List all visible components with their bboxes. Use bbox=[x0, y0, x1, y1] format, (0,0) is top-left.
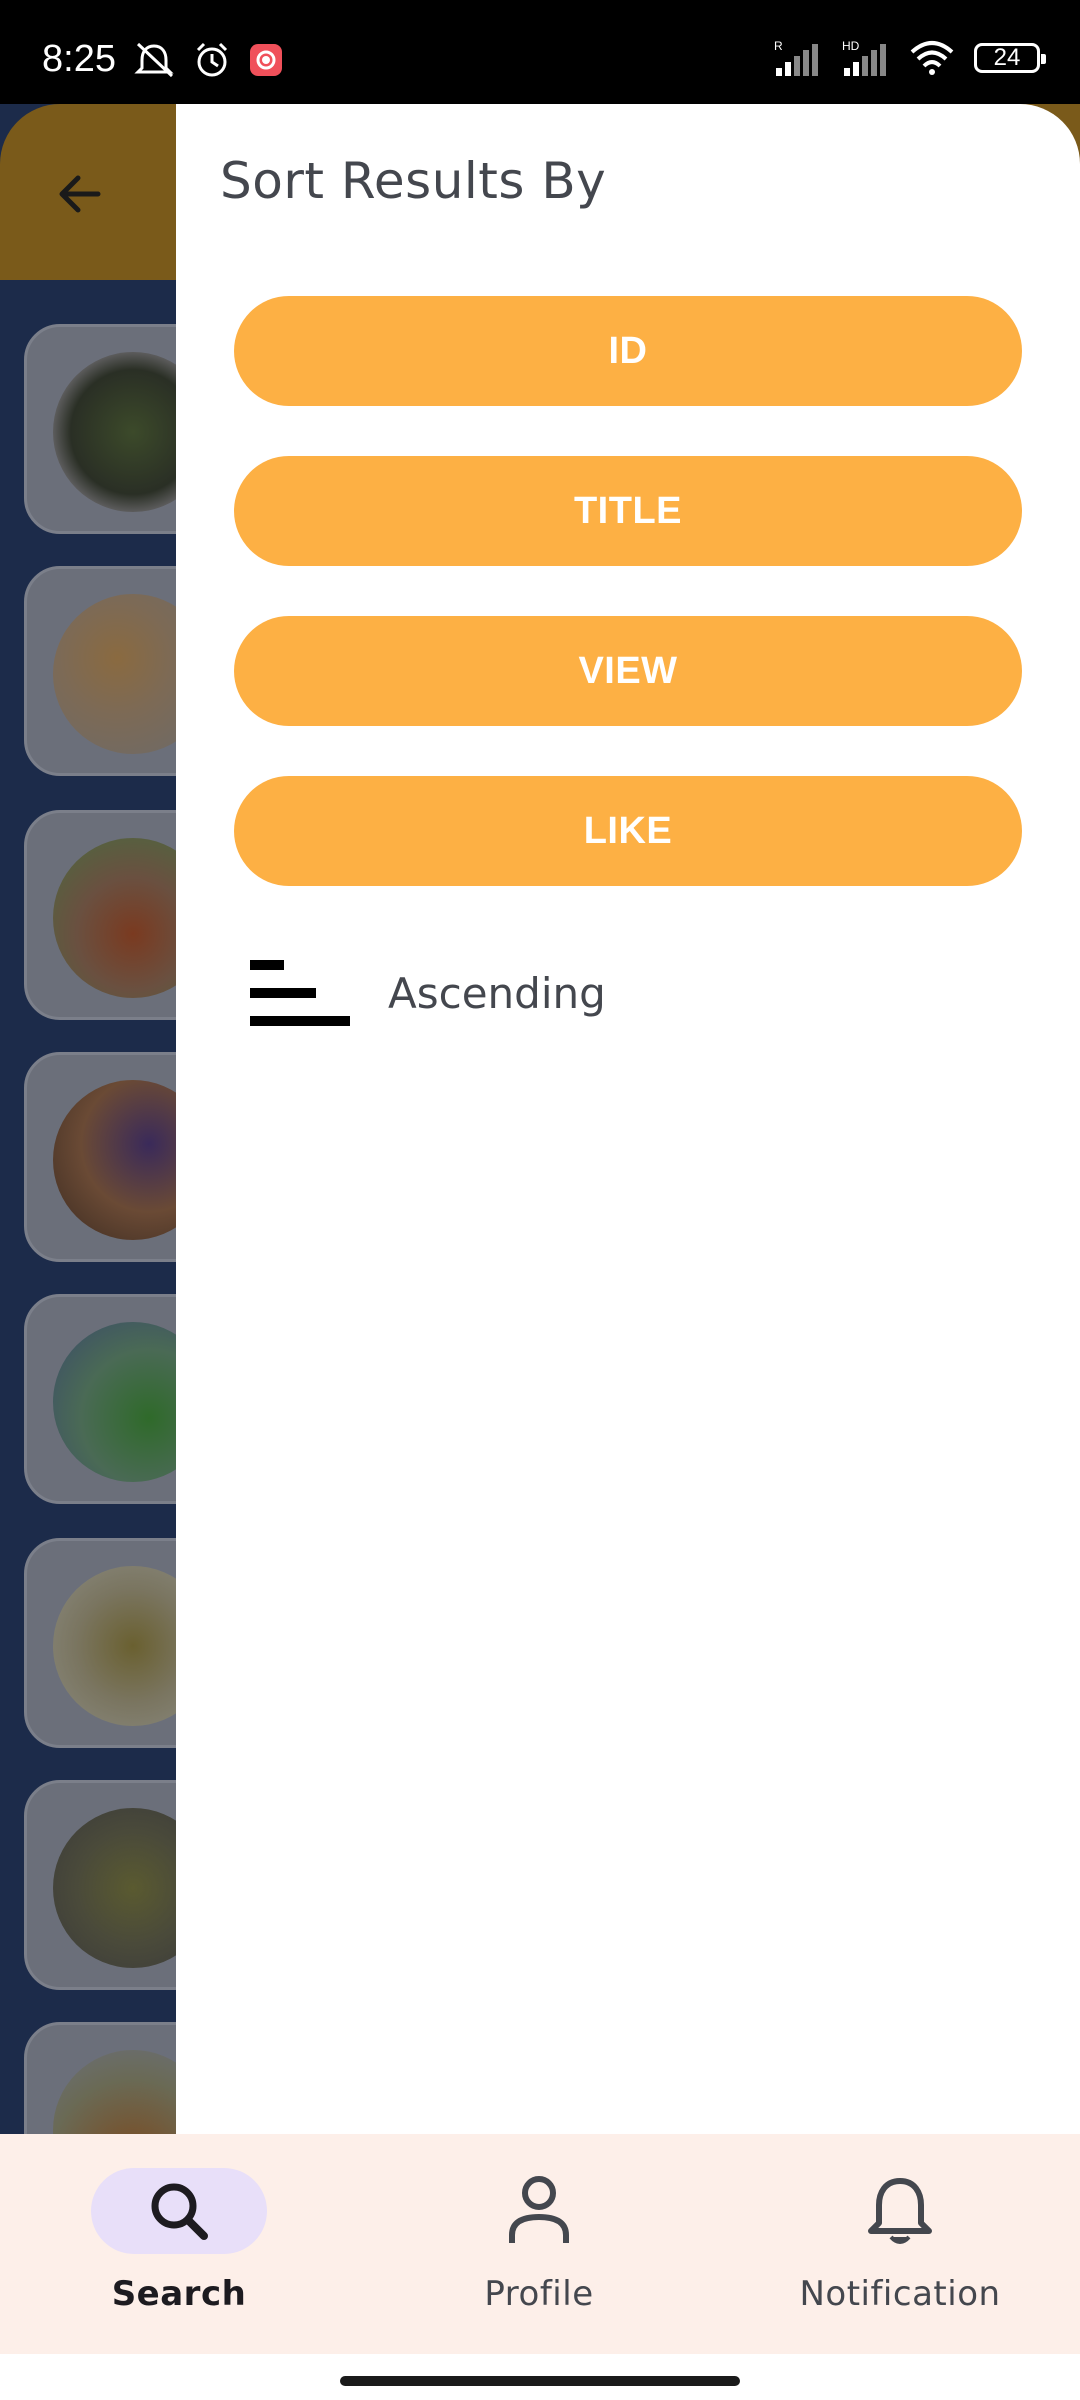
nav-label-search: Search bbox=[111, 2274, 247, 2314]
nav-indicator bbox=[812, 2168, 988, 2254]
home-gesture-bar[interactable] bbox=[340, 2376, 740, 2386]
mute-vibrate-icon bbox=[134, 42, 174, 78]
sort-order-label: Ascending bbox=[388, 968, 606, 1018]
person-icon bbox=[509, 2176, 569, 2243]
signal-r-icon: R bbox=[774, 39, 818, 76]
svg-text:R: R bbox=[774, 39, 783, 53]
status-right-icons: R HD 24 bbox=[772, 38, 1046, 78]
status-left-icons bbox=[132, 40, 284, 80]
wifi-icon bbox=[910, 41, 954, 75]
status-time: 8:25 bbox=[42, 38, 116, 80]
sort-by-id-button[interactable]: ID bbox=[234, 296, 1022, 406]
nav-label-notification: Notification bbox=[799, 2274, 1001, 2314]
nav-active-indicator bbox=[91, 2168, 267, 2254]
screen-record-icon bbox=[250, 44, 282, 76]
status-bar: 8:25 R HD 24 bbox=[0, 0, 1080, 104]
bottom-navigation: Search Profile Notification bbox=[0, 2134, 1080, 2354]
nav-indicator bbox=[451, 2168, 627, 2254]
sort-drawer: Sort Results By ID TITLE VIEW LIKE Ascen… bbox=[176, 104, 1080, 2134]
signal-hd-icon: HD bbox=[842, 39, 886, 76]
arrow-back-icon[interactable] bbox=[52, 166, 108, 222]
nav-item-profile[interactable]: Profile bbox=[389, 2168, 689, 2314]
nav-item-notification[interactable]: Notification bbox=[750, 2168, 1050, 2314]
battery-level: 24 bbox=[993, 44, 1021, 71]
svg-text:HD: HD bbox=[842, 39, 860, 53]
bell-icon bbox=[868, 2178, 932, 2244]
gesture-bar-area bbox=[0, 2354, 1080, 2400]
sort-ascending-icon bbox=[250, 960, 350, 1026]
search-icon bbox=[151, 2183, 208, 2240]
alarm-icon bbox=[196, 42, 228, 77]
nav-item-search[interactable]: Search bbox=[29, 2168, 329, 2314]
battery-icon: 24 bbox=[974, 43, 1046, 73]
nav-label-profile: Profile bbox=[484, 2274, 594, 2314]
sort-by-view-button[interactable]: VIEW bbox=[234, 616, 1022, 726]
sort-by-title-button[interactable]: TITLE bbox=[234, 456, 1022, 566]
drawer-title: Sort Results By bbox=[220, 152, 607, 210]
sort-by-like-button[interactable]: LIKE bbox=[234, 776, 1022, 886]
sort-order-toggle[interactable]: Ascending bbox=[250, 958, 606, 1028]
